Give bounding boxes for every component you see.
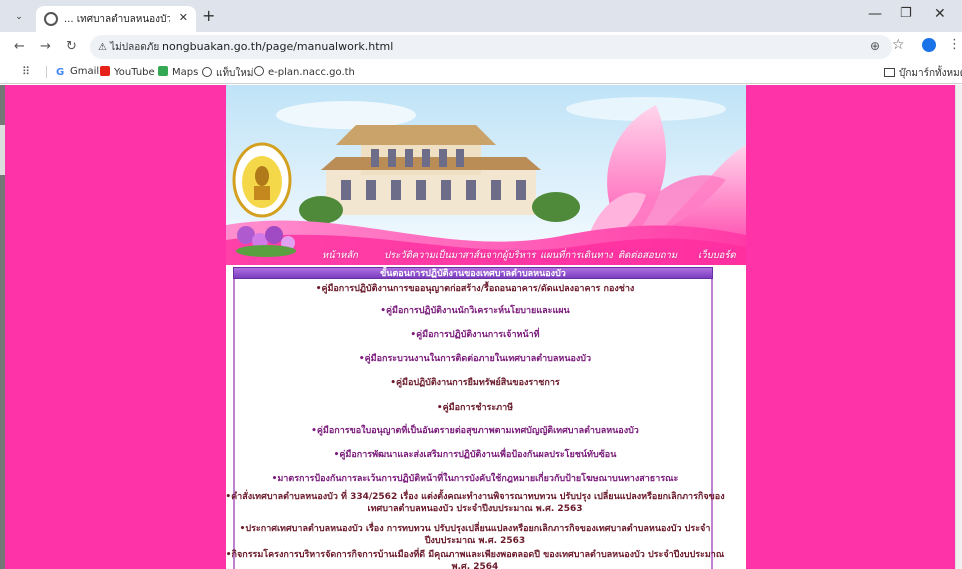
manual-link[interactable]: •มาตรการป้องกันการละเว้นการปฏิบัติหน้าที… — [219, 471, 731, 485]
bookmark-label: e-plan.nacc.go.th — [268, 67, 355, 78]
bookmark-label: YouTube — [114, 67, 155, 78]
manual-links-list: •คู่มือการปฏิบัติงานการขออนุญาตก่อสร้าง/… — [225, 279, 725, 569]
menu-item-webboard[interactable]: เว็บบอร์ด — [698, 248, 736, 263]
forward-icon[interactable]: → — [40, 39, 51, 54]
back-icon[interactable]: ← — [14, 39, 25, 54]
manual-link[interactable]: •คู่มือการขอใบอนุญาตที่เป็นอันตรายต่อสุข… — [219, 423, 731, 437]
globe-icon — [254, 66, 264, 76]
folder-icon — [884, 68, 895, 77]
tab-title: ... เทศบาลตำบลหนองบัว NoNGBU — [64, 14, 170, 25]
bookmark-maps[interactable]: Maps — [158, 66, 198, 78]
manual-link[interactable]: •คู่มือปฏิบัติงานการยืมทรัพย์สินของราชกา… — [219, 375, 731, 389]
manual-link[interactable]: •คำสั่งเทศบาลตำบลหนองบัว ที่ 334/2562 เร… — [219, 491, 731, 515]
google-icon: G — [56, 67, 65, 78]
municipality-seal — [232, 142, 292, 218]
manual-link[interactable]: •คู่มือการปฏิบัติงานนักวิเคราะห์นโยบายแล… — [219, 303, 731, 317]
bookmark-label: Gmail — [70, 66, 100, 77]
menu-item-home[interactable]: หน้าหลัก — [322, 248, 358, 263]
menu-kebab-icon[interactable]: ⋮ — [948, 37, 961, 52]
main-menu: หน้าหลัก ประวัติความเป็นมา สาส์นจากผู้บร… — [226, 243, 746, 265]
apps-grid-icon[interactable]: ⠿ — [22, 65, 30, 78]
restore-icon[interactable]: ❐ — [900, 6, 912, 21]
site-banner: หน้าหลัก ประวัติความเป็นมา สาส์นจากผู้บร… — [226, 85, 746, 265]
site-info-warning[interactable]: ⚠ ไม่ปลอดภัย — [98, 40, 159, 55]
maps-icon — [158, 66, 168, 76]
youtube-icon — [100, 66, 110, 76]
bookmark-eplan[interactable]: e-plan.nacc.go.th — [254, 66, 355, 78]
zoom-icon[interactable]: ⊕ — [870, 39, 880, 53]
new-tab-plus-icon[interactable]: + — [202, 6, 215, 25]
bookmark-youtube[interactable]: YouTube — [100, 66, 155, 78]
tab-search-chevron-icon[interactable]: ⌄ — [8, 8, 30, 26]
globe-icon — [44, 12, 58, 26]
window-close-icon[interactable]: ✕ — [934, 6, 946, 22]
menu-item-history[interactable]: ประวัติความเป็นมา — [384, 248, 462, 263]
browser-toolbar: ← → ↻ ⚠ ไม่ปลอดภัย nongbuakan.go.th/page… — [0, 32, 962, 62]
banner-illustration — [226, 85, 746, 265]
manual-link[interactable]: •ประกาศเทศบาลตำบลหนองบัว เรื่อง การทบทวน… — [219, 523, 731, 547]
site-info-label: ไม่ปลอดภัย — [110, 42, 160, 53]
bookmarks-bar: ⠿ G Gmail YouTube Maps แท็บใหม่ e-plan.na… — [0, 62, 962, 84]
address-bar[interactable]: ⚠ ไม่ปลอดภัย nongbuakan.go.th/page/manua… — [90, 35, 892, 59]
url-text[interactable]: nongbuakan.go.th/page/manualwork.html — [162, 40, 393, 53]
active-tab[interactable]: ... เทศบาลตำบลหนองบัว NoNGBU ✕ — [36, 6, 196, 32]
bookmark-gmail[interactable]: G Gmail — [56, 66, 100, 78]
page-viewport: หน้าหลัก ประวัติความเป็นมา สาส์นจากผู้บร… — [0, 85, 962, 569]
profile-avatar-icon[interactable] — [922, 38, 936, 52]
main-column: หน้าหลัก ประวัติความเป็นมา สาส์นจากผู้บร… — [225, 85, 746, 569]
minimize-icon[interactable]: — — [868, 6, 882, 22]
reload-icon[interactable]: ↻ — [66, 39, 77, 54]
menu-item-contact[interactable]: ติดต่อสอบถาม — [618, 248, 677, 263]
bookmark-star-icon[interactable]: ☆ — [892, 37, 905, 53]
bookmarks-divider — [46, 66, 47, 78]
manual-link[interactable]: •กิจกรรมโครงการบริหารจัดการกิจการบ้านเมื… — [219, 549, 731, 569]
manual-link[interactable]: •คู่มือการปฏิบัติงานการเจ้าหน้าที่ — [219, 327, 731, 341]
left-edge-highlight — [0, 125, 5, 175]
content-header: ขั้นตอนการปฏิบัติงานของเทศบาลตำบลหนองบัว — [233, 267, 713, 279]
tab-strip: ⌄ ... เทศบาลตำบลหนองบัว NoNGBU ✕ + — ❐ ✕ — [0, 0, 962, 32]
menu-item-message[interactable]: สาส์นจากผู้บริหาร — [462, 248, 535, 263]
scrollbar[interactable] — [955, 85, 962, 569]
close-tab-icon[interactable]: ✕ — [179, 11, 188, 24]
manual-link[interactable]: •คู่มือการปฏิบัติงานการขออนุญาตก่อสร้าง/… — [219, 281, 731, 295]
bookmark-label: Maps — [172, 67, 199, 78]
bookmark-label: แท็บใหม่ — [216, 68, 254, 79]
manual-link[interactable]: •คู่มือการพัฒนาและส่งเสริมการปฏิบัติงานเ… — [219, 447, 731, 461]
manual-link[interactable]: •คู่มือการชำระภาษี — [219, 400, 731, 414]
all-bookmarks-label: บุ๊กมาร์กทั้งหมด — [899, 68, 962, 79]
globe-icon — [202, 67, 212, 77]
all-bookmarks[interactable]: บุ๊กมาร์กทั้งหมด — [884, 66, 962, 81]
bookmark-new-tab[interactable]: แท็บใหม่ — [202, 66, 253, 81]
menu-item-map[interactable]: แผนที่การเดินทาง — [540, 248, 613, 263]
manual-link[interactable]: •คู่มือกระบวนงานในการติดต่อภายในเทศบาลตำ… — [219, 351, 731, 365]
